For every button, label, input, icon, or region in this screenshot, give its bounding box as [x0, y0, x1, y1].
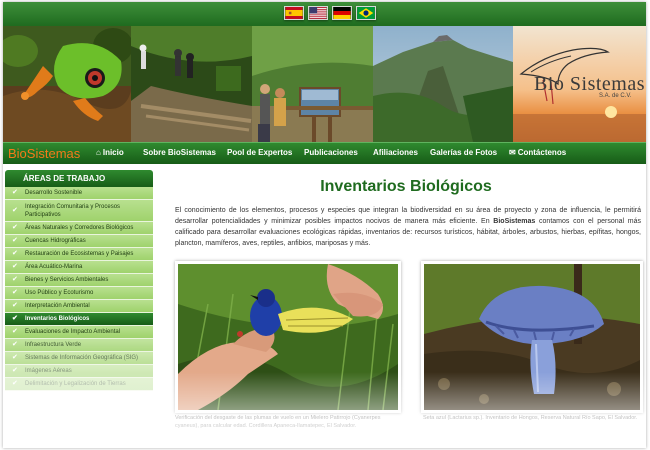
check-icon: ✔ [12, 380, 18, 387]
intro-brand: BioSistemas [493, 218, 536, 225]
nav-item-contactenos[interactable]: ✉ Contáctenos [509, 148, 566, 157]
mail-icon: ✉ [509, 148, 516, 157]
nav-label: Inicio [102, 148, 124, 157]
bird-photo[interactable] [175, 261, 401, 413]
sidebar-item[interactable]: ✔ Restauración de Ecosistemas y Paisajes [5, 248, 153, 261]
sidebar-item-label: Áreas Naturales y Corredores Biológicos [25, 225, 134, 231]
check-icon: ✔ [12, 289, 18, 296]
sidebar-item-label: Sistemas de Información Geográfica (SIG) [25, 355, 139, 361]
sidebar-item[interactable]: ✔ Área Acuático-Marina [5, 261, 153, 274]
intro-paragraph: El conocimiento de los elementos, proces… [175, 205, 641, 249]
mushroom-photo-caption: Seta azul (Lactarius sp.). Inventario de… [423, 415, 638, 421]
nav-item-expertos[interactable]: Pool de Expertos [227, 148, 292, 157]
nav-label: Galerías de Fotos [430, 148, 498, 157]
nav-item-galerias[interactable]: Galerías de Fotos [430, 148, 497, 157]
sidebar-item[interactable]: ✔ Imágenes Aéreas [5, 365, 153, 378]
sidebar-item-label: Uso Público y Ecoturismo [25, 290, 94, 296]
sidebar-item[interactable]: ✔ Cuencas Hidrográficas [5, 235, 153, 248]
sidebar-item-label: Restauración de Ecosistemas y Paisajes [25, 251, 134, 257]
sidebar-item-label: Integración Comunitaria y Procesos Parti… [25, 203, 121, 218]
nav-label: Pool de Expertos [227, 148, 293, 157]
sidebar-item[interactable]: ✔ Interpretación Ambiental [5, 300, 153, 313]
check-icon: ✔ [12, 302, 18, 309]
check-icon: ✔ [12, 354, 18, 361]
sidebar-item[interactable]: ✔ Delimitación y Legalización de Tierras [5, 378, 153, 391]
flag-spain-icon[interactable] [284, 6, 304, 20]
check-icon: ✔ [12, 263, 18, 270]
nav-item-afiliaciones[interactable]: Afiliaciones [373, 148, 418, 157]
frog-photo [3, 26, 131, 142]
sidebar-item-label: Cuencas Hidrográficas [25, 238, 86, 244]
hikers-photo [131, 26, 252, 142]
logo-subtitle: S.A. de C.V. [599, 93, 632, 99]
sidebar-item-label: Bienes y Servicios Ambientales [25, 277, 109, 283]
page-title: Inventarios Biológicos [320, 178, 492, 195]
header-banner: Bio Sistemas S.A. de C.V. [3, 26, 646, 142]
sidebar-item[interactable]: ✔ Infraestructura Verde [5, 339, 153, 352]
sidebar-item-label: Evaluaciones de Impacto Ambiental [25, 329, 121, 335]
language-bar [3, 2, 646, 26]
sidebar: ÁREAS DE TRABAJO ✔ Desarrollo Sostenible … [5, 170, 153, 391]
mushroom-photo[interactable] [421, 261, 643, 413]
check-icon: ✔ [12, 224, 18, 231]
nav-brand[interactable]: BioSistemas [8, 146, 80, 161]
nav-label: Contáctenos [517, 148, 567, 157]
check-icon: ✔ [12, 237, 18, 244]
volcano-photo [373, 26, 513, 142]
sidebar-item[interactable]: ✔ Integración Comunitaria y Procesos Part… [5, 200, 153, 222]
check-icon: ✔ [12, 250, 18, 257]
sidebar-item[interactable]: ✔ Áreas Naturales y Corredores Biológicos [5, 222, 153, 235]
bird-photo-caption: Verificación del desgaste de las plumas … [175, 415, 381, 429]
check-icon: ✔ [12, 276, 18, 283]
sidebar-item[interactable]: ✔ Uso Público y Ecoturismo [5, 287, 153, 300]
sidebar-item[interactable]: ✔ Desarrollo Sostenible [5, 187, 153, 200]
main-nav: BioSistemas ⌂ Inicio Sobre BioSistemas Po… [3, 142, 646, 164]
sidebar-item-label: Desarrollo Sostenible [25, 190, 83, 196]
flag-brazil-icon[interactable] [356, 6, 376, 20]
sidebar-item-label: Inventarios Biológicos [25, 316, 90, 322]
page-frame: Bio Sistemas S.A. de C.V. BioSistemas ⌂ I… [3, 2, 646, 448]
nav-label: Afiliaciones [373, 148, 418, 157]
sidebar-item-label: Imágenes Aéreas [25, 368, 72, 374]
sidebar-item-label: Interpretación Ambiental [25, 303, 90, 309]
check-icon: ✔ [12, 367, 18, 374]
check-icon: ✔ [12, 189, 18, 196]
sidebar-item-label: Área Acuático-Marina [25, 264, 83, 270]
flag-usa-icon[interactable] [308, 6, 328, 20]
home-icon: ⌂ [96, 148, 101, 157]
visitors-photo [252, 26, 373, 142]
check-icon: ✔ [12, 341, 18, 348]
sidebar-item-label: Delimitación y Legalización de Tierras [25, 381, 126, 387]
sidebar-title: ÁREAS DE TRABAJO [5, 170, 153, 187]
check-icon: ✔ [12, 206, 18, 214]
nav-item-publicaciones[interactable]: Publicaciones [304, 148, 358, 157]
nav-item-inicio[interactable]: ⌂ Inicio [96, 148, 124, 157]
flag-germany-icon[interactable] [332, 6, 352, 20]
sidebar-item[interactable]: ✔ Bienes y Servicios Ambientales [5, 274, 153, 287]
sidebar-item-label: Infraestructura Verde [25, 342, 82, 348]
sidebar-item[interactable]: ✔ Evaluaciones de Impacto Ambiental [5, 326, 153, 339]
sidebar-item-active[interactable]: ✔ Inventarios Biológicos [5, 313, 153, 326]
nav-label: Sobre BioSistemas [143, 148, 216, 157]
sidebar-item[interactable]: ✔ Sistemas de Información Geográfica (SIG… [5, 352, 153, 365]
check-icon: ✔ [12, 328, 18, 335]
nav-label: Publicaciones [304, 148, 358, 157]
nav-item-sobre[interactable]: Sobre BioSistemas [143, 148, 216, 157]
check-icon: ✔ [12, 315, 18, 322]
